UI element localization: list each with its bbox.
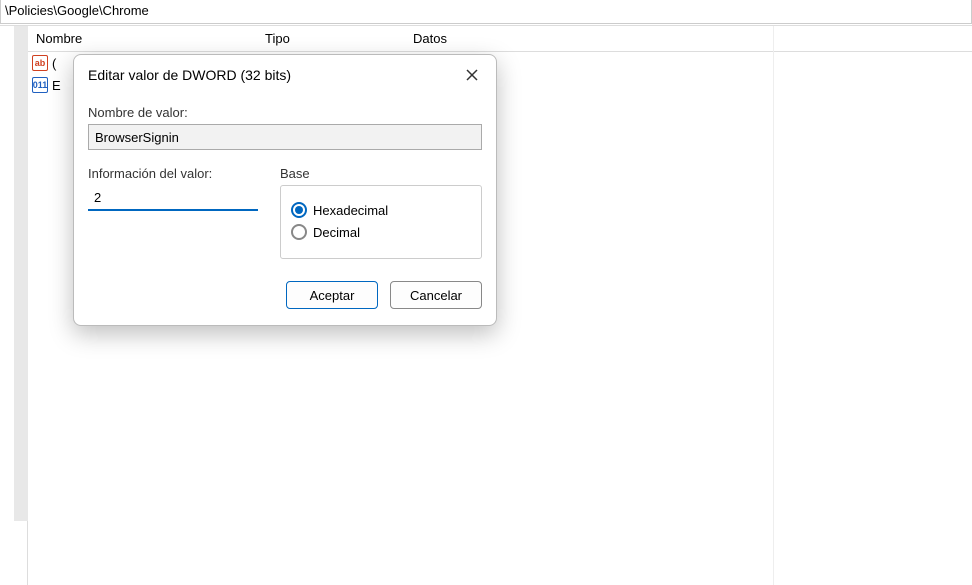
close-icon[interactable] (462, 65, 482, 85)
column-header-data[interactable]: Datos (405, 27, 972, 50)
radio-label: Decimal (313, 225, 360, 240)
dialog-titlebar: Editar valor de DWORD (32 bits) (74, 55, 496, 93)
radio-decimal[interactable]: Decimal (291, 224, 471, 240)
list-header: Nombre Tipo Datos (28, 26, 972, 52)
radio-hexadecimal[interactable]: Hexadecimal (291, 202, 471, 218)
row-name-text: E (52, 78, 61, 93)
radio-icon (291, 202, 307, 218)
radio-icon (291, 224, 307, 240)
ok-button[interactable]: Aceptar (286, 281, 378, 309)
base-group: Hexadecimal Decimal (280, 185, 482, 259)
value-name-label: Nombre de valor: (88, 105, 482, 120)
reg-string-icon: ab (32, 55, 48, 71)
tree-scrollbar[interactable] (14, 26, 28, 521)
value-data-label: Información del valor: (88, 166, 258, 181)
column-header-name[interactable]: Nombre (28, 27, 257, 50)
column-header-type[interactable]: Tipo (257, 27, 405, 50)
address-bar[interactable]: \Policies\Google\Chrome (0, 0, 972, 24)
row-name-text: ( (52, 56, 56, 71)
dialog-body: Nombre de valor: Información del valor: … (74, 93, 496, 271)
value-name-field[interactable] (88, 124, 482, 150)
edit-dword-dialog: Editar valor de DWORD (32 bits) Nombre d… (73, 54, 497, 326)
dialog-button-row: Aceptar Cancelar (74, 271, 496, 325)
value-data-field[interactable] (88, 185, 258, 211)
radio-label: Hexadecimal (313, 203, 388, 218)
cancel-button[interactable]: Cancelar (390, 281, 482, 309)
base-group-label: Base (280, 166, 482, 181)
tree-panel (0, 26, 28, 585)
column-separator (773, 26, 774, 585)
dialog-title: Editar valor de DWORD (32 bits) (88, 67, 291, 83)
reg-dword-icon: 011 (32, 77, 48, 93)
